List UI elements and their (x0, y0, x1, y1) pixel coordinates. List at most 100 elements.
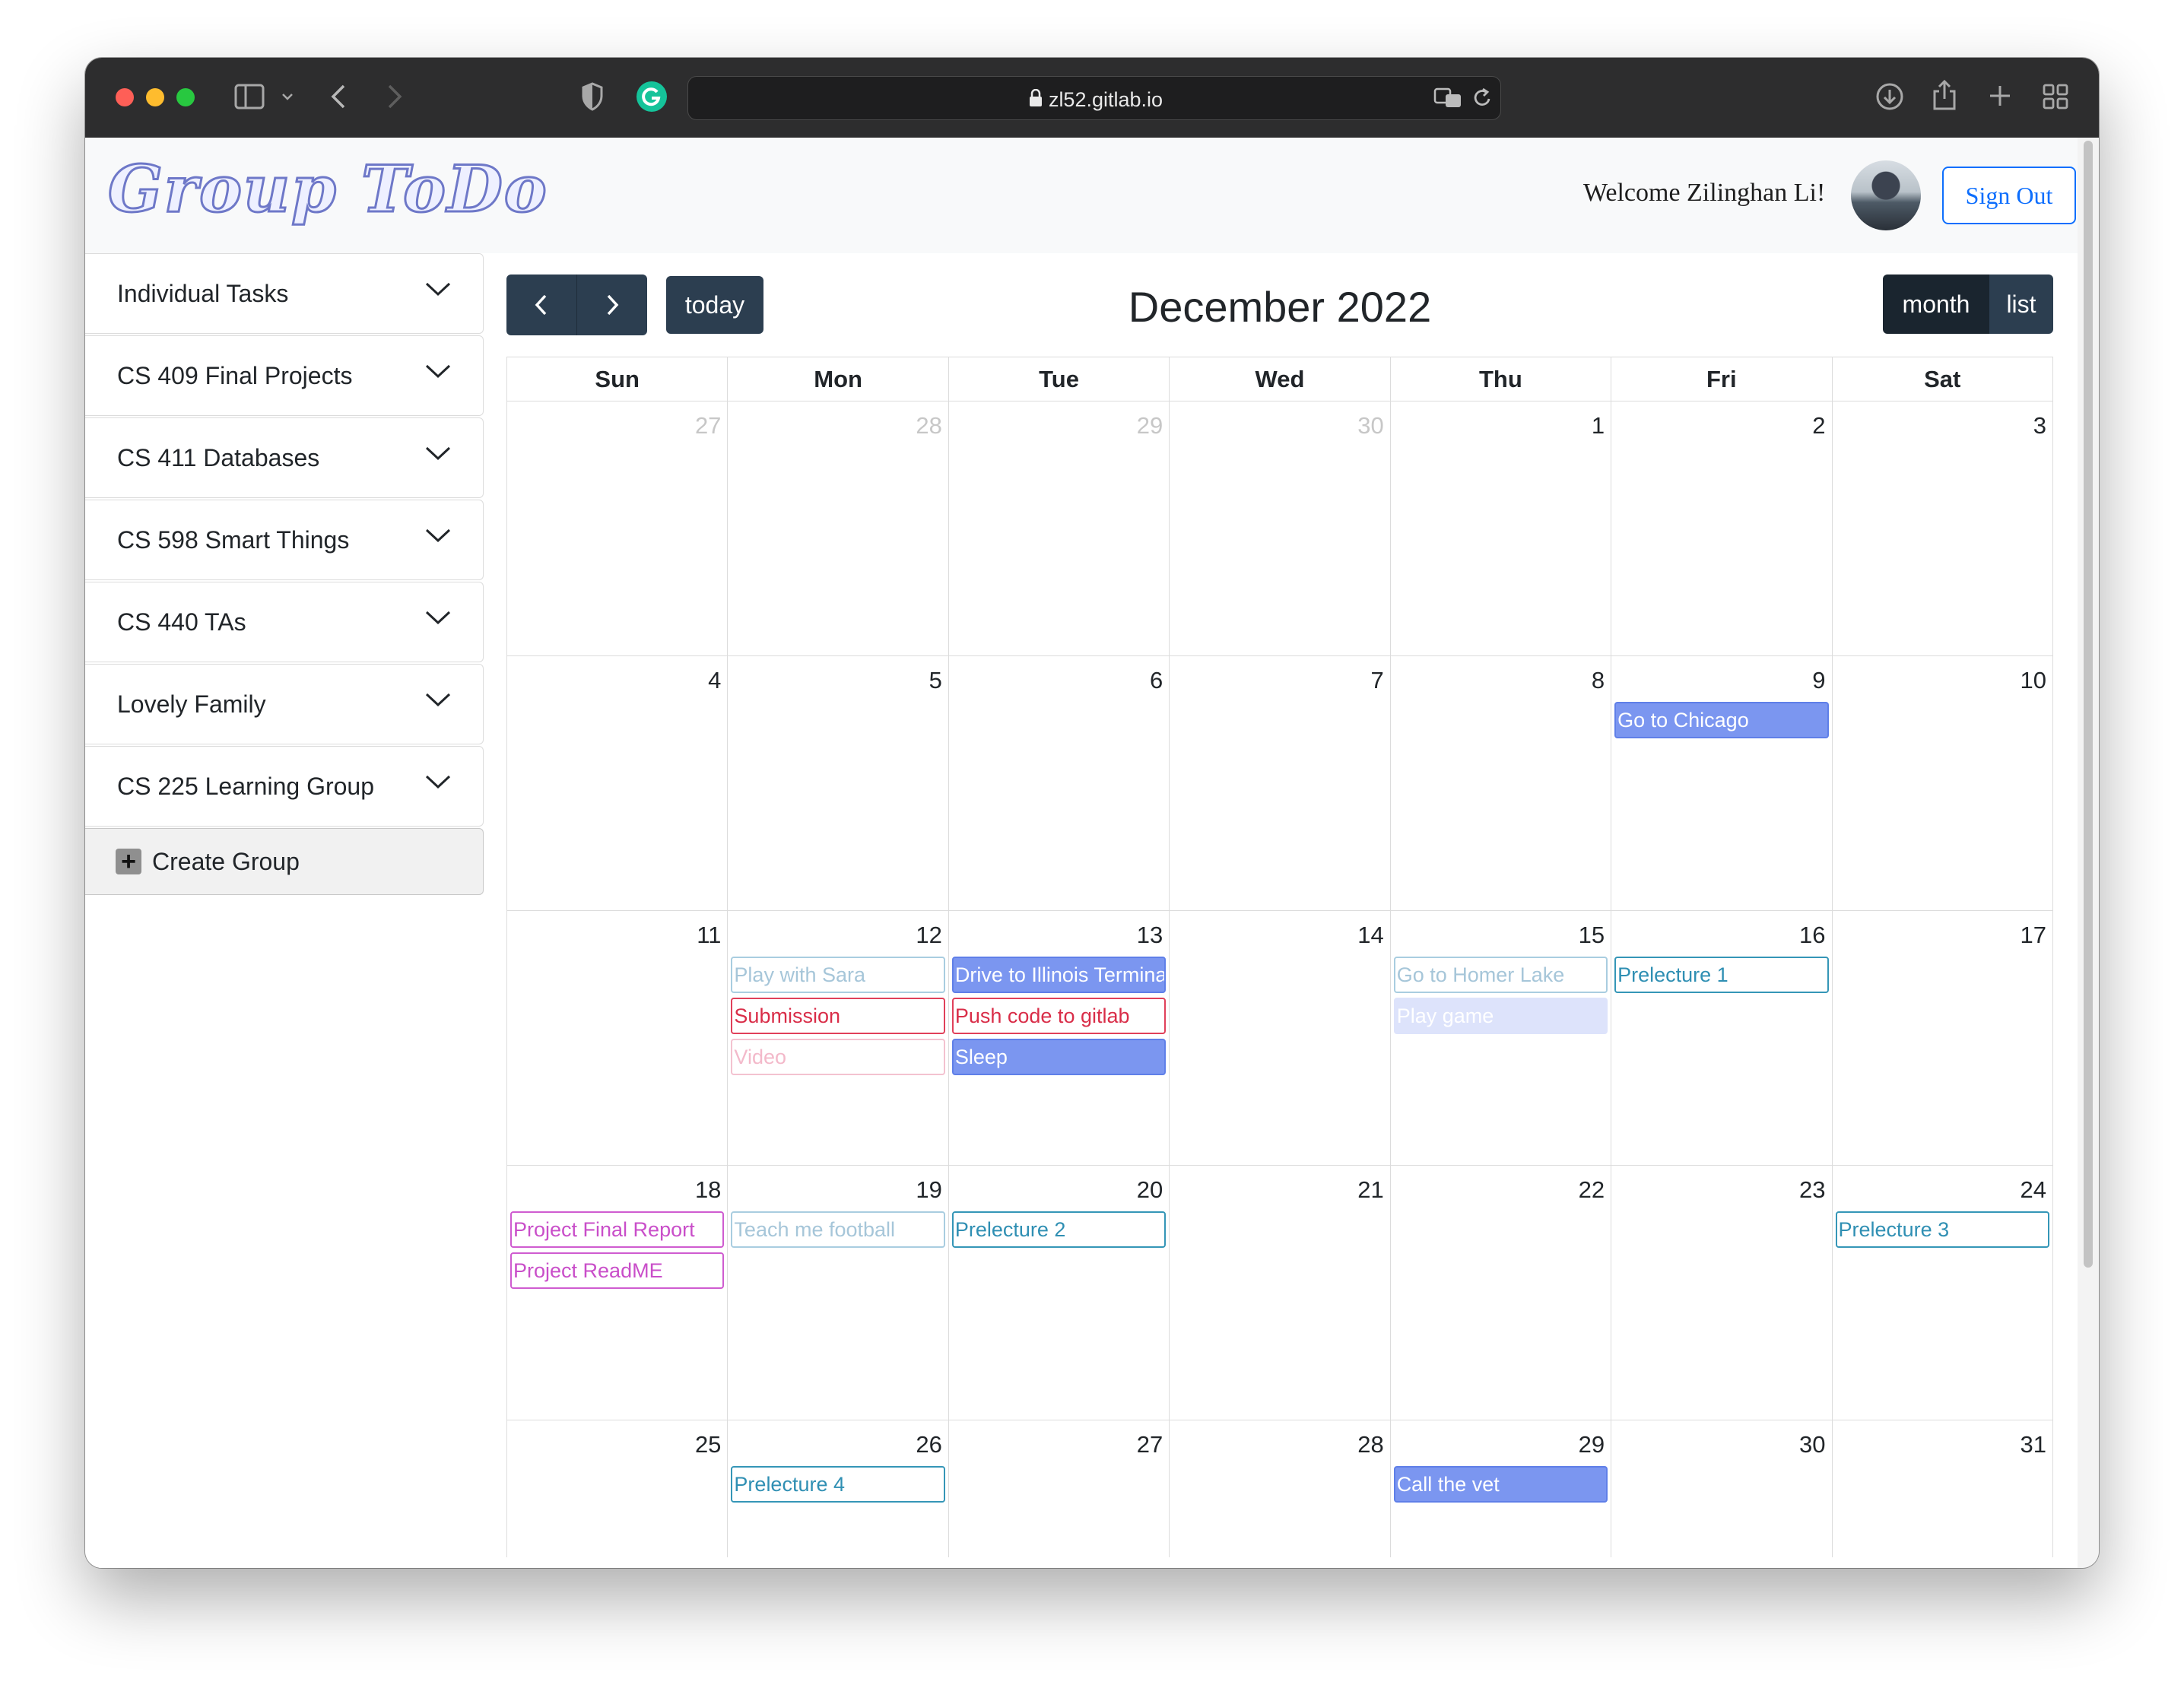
zoom-window-button[interactable] (176, 88, 195, 106)
day-number[interactable]: 27 (1137, 1431, 1163, 1458)
calendar-event[interactable]: Video (731, 1039, 945, 1075)
day-number[interactable]: 7 (1370, 667, 1383, 694)
calendar-event[interactable]: Prelecture 2 (951, 1211, 1167, 1248)
day-cell[interactable]: 15 Go to Homer Lake Play game (1390, 911, 1612, 1166)
day-number[interactable]: 27 (695, 412, 721, 440)
calendar-event[interactable]: Drive to Illinois Terminal (951, 957, 1167, 993)
prev-month-button[interactable] (506, 275, 577, 335)
calendar-event[interactable]: Project ReadME (510, 1252, 725, 1289)
chevron-down-icon[interactable] (425, 528, 451, 543)
day-cell[interactable]: 10 (1832, 656, 2053, 911)
group-accordion-item[interactable]: CS 225 Learning Group (85, 746, 484, 827)
day-number[interactable]: 12 (916, 922, 941, 949)
calendar-event[interactable]: Project Final Report (510, 1211, 725, 1248)
day-number[interactable]: 13 (1137, 922, 1163, 949)
chevron-down-icon[interactable] (425, 446, 451, 461)
calendar-event[interactable]: Go to Homer Lake (1393, 957, 1608, 993)
calendar-event[interactable]: Teach me football (731, 1211, 945, 1248)
chevron-down-icon[interactable] (425, 692, 451, 707)
forward-arrow-icon[interactable] (386, 84, 403, 109)
chevron-down-icon[interactable] (425, 363, 451, 379)
grammarly-icon[interactable] (636, 81, 668, 113)
day-cell[interactable]: 14 (1170, 911, 1391, 1166)
day-number[interactable]: 26 (916, 1431, 941, 1458)
shield-icon[interactable] (581, 82, 604, 111)
translate-icon[interactable] (1433, 87, 1462, 109)
day-cell[interactable]: 17 (1832, 911, 2053, 1166)
day-number[interactable]: 14 (1357, 922, 1383, 949)
day-number[interactable]: 17 (2020, 922, 2046, 949)
next-month-button[interactable] (577, 275, 647, 335)
day-cell[interactable]: 20 Prelecture 2 (948, 1166, 1170, 1420)
day-number[interactable]: 29 (1137, 412, 1163, 440)
download-icon[interactable] (1875, 82, 1904, 111)
day-number[interactable]: 5 (929, 667, 942, 694)
day-cell[interactable]: 30 (1170, 401, 1391, 656)
new-tab-icon[interactable] (1988, 84, 2012, 108)
day-cell[interactable]: 1 (1390, 401, 1612, 656)
minimize-window-button[interactable] (146, 88, 164, 106)
chevron-down-icon[interactable] (425, 610, 451, 625)
reload-icon[interactable] (1473, 87, 1493, 109)
day-cell[interactable]: 16 Prelecture 1 (1611, 911, 1833, 1166)
day-cell[interactable]: 9 Go to Chicago (1611, 656, 1833, 911)
day-cell[interactable]: 2 (1611, 401, 1833, 656)
day-cell[interactable]: 29 Call the vet (1391, 1420, 1612, 1557)
day-number[interactable]: 6 (1150, 667, 1163, 694)
day-cell[interactable]: 28 (728, 401, 949, 656)
calendar-event[interactable]: Prelecture 4 (731, 1466, 945, 1503)
day-cell[interactable]: 27 (507, 401, 729, 656)
group-accordion-item[interactable]: CS 411 Databases (85, 417, 484, 498)
day-number[interactable]: 22 (1579, 1176, 1605, 1204)
chevron-down-icon[interactable] (425, 281, 451, 297)
day-number[interactable]: 9 (1812, 667, 1825, 694)
day-cell[interactable]: 26 Prelecture 4 (728, 1420, 949, 1557)
scrollbar-thumb[interactable] (2084, 141, 2093, 1268)
group-accordion-item[interactable]: CS 598 Smart Things (85, 500, 484, 580)
share-icon[interactable] (1932, 79, 1957, 111)
tab-overview-icon[interactable] (2043, 84, 2068, 109)
group-accordion-item[interactable]: CS 440 TAs (85, 582, 484, 662)
day-cell[interactable]: 6 (948, 656, 1170, 911)
calendar-event[interactable]: Play with Sara (731, 957, 945, 993)
day-number[interactable]: 15 (1579, 922, 1605, 949)
day-cell[interactable]: 11 (507, 911, 729, 1166)
group-accordion-item[interactable]: CS 409 Final Projects (85, 335, 484, 416)
day-number[interactable]: 3 (2033, 412, 2046, 440)
group-accordion-item[interactable]: Individual Tasks (85, 253, 484, 334)
day-number[interactable]: 11 (697, 922, 721, 949)
calendar-event[interactable]: Prelecture 1 (1614, 957, 1829, 993)
day-number[interactable]: 21 (1357, 1176, 1383, 1204)
day-number[interactable]: 4 (708, 667, 721, 694)
chevron-down-icon[interactable] (425, 774, 451, 789)
day-number[interactable]: 1 (1592, 412, 1605, 440)
day-cell[interactable]: 19 Teach me football (728, 1166, 949, 1420)
day-number[interactable]: 24 (2020, 1176, 2046, 1204)
day-number[interactable]: 30 (1357, 412, 1383, 440)
day-number[interactable]: 19 (916, 1176, 941, 1204)
day-number[interactable]: 2 (1812, 412, 1825, 440)
sign-out-button[interactable]: Sign Out (1942, 167, 2076, 224)
app-logo[interactable]: Group ToDo (107, 151, 548, 228)
day-cell[interactable]: 18 Project Final Report Project ReadME (507, 1166, 729, 1420)
calendar-event[interactable]: Play game (1393, 998, 1608, 1034)
day-cell[interactable]: 8 (1390, 656, 1612, 911)
today-button[interactable]: today (666, 276, 763, 334)
chevron-down-icon[interactable] (281, 93, 294, 100)
day-cell[interactable]: 24 Prelecture 3 (1832, 1166, 2053, 1420)
month-view-button[interactable]: month (1883, 275, 1989, 334)
day-number[interactable]: 29 (1579, 1431, 1605, 1458)
day-number[interactable]: 18 (695, 1176, 721, 1204)
list-view-button[interactable]: list (1989, 275, 2053, 334)
day-cell[interactable]: 4 (507, 656, 729, 911)
day-number[interactable]: 31 (2020, 1431, 2046, 1458)
day-number[interactable]: 23 (1799, 1176, 1825, 1204)
day-number[interactable]: 25 (695, 1431, 721, 1458)
day-number[interactable]: 30 (1799, 1431, 1825, 1458)
day-cell[interactable]: 21 (1170, 1166, 1391, 1420)
close-window-button[interactable] (116, 88, 134, 106)
day-number[interactable]: 20 (1137, 1176, 1163, 1204)
day-cell[interactable]: 13 Drive to Illinois Terminal Push code to… (948, 911, 1170, 1166)
day-cell[interactable]: 28 (1170, 1420, 1391, 1557)
group-accordion-item[interactable]: Lovely Family (85, 664, 484, 744)
